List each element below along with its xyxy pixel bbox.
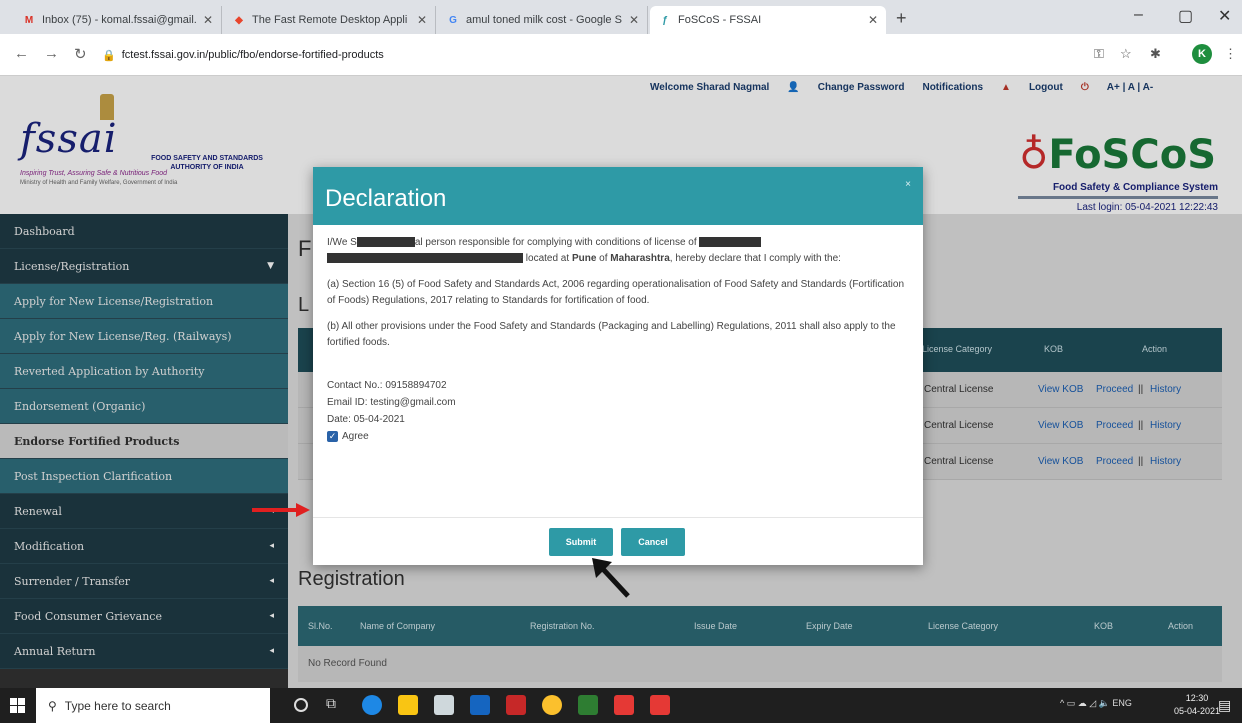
tab-foscos[interactable]: ƒ FoSCoS - FSSAI ✕ [650,6,886,34]
clock-date: 05-04-2021 [1174,706,1221,716]
close-tab-icon[interactable]: ✕ [417,13,427,27]
clock-time: 12:30 [1185,693,1209,703]
close-window-icon[interactable]: ✕ [1218,6,1231,26]
close-tab-icon[interactable]: ✕ [629,13,639,27]
minimize-icon[interactable]: – [1134,6,1143,24]
reload-icon[interactable]: ↻ [74,45,87,63]
intro-text: I/We S [327,237,357,248]
intro-text: located at [525,253,570,264]
tab-title: FoSCoS - FSSAI [678,14,762,26]
red-arrow-annotation [252,503,310,517]
close-icon[interactable]: × [905,179,911,190]
city-name: Pune [571,253,597,264]
back-icon[interactable]: ← [14,45,29,62]
menu-icon[interactable]: ⋮ [1224,46,1237,62]
intro-text: , hereby declare that I comply with the: [669,253,841,264]
powerpoint-icon[interactable] [506,695,526,715]
notification-center-icon[interactable]: ▤ [1218,697,1231,714]
modal-body: I/We S al person responsible for complyin… [313,225,923,455]
profile-avatar[interactable]: K [1192,44,1212,64]
redacted-license [699,237,762,248]
close-tab-icon[interactable]: ✕ [868,13,878,27]
gmail-icon: M [24,14,34,26]
key-icon[interactable]: ⚿ [1094,46,1104,62]
edge-icon[interactable] [362,695,382,715]
task-view-icon[interactable]: ⧉ [326,695,346,715]
clause-b: (b) All other provisions under the Food … [327,321,896,348]
clock[interactable]: 12:30 05-04-2021 [1174,692,1220,718]
redacted-name [356,237,415,248]
agree-label: Agree [342,431,369,442]
cortana-icon[interactable] [294,698,308,712]
declaration-intro: I/We S al person responsible for complyin… [327,235,909,267]
star-icon[interactable]: ☆ [1120,46,1132,62]
chrome-icon[interactable] [542,695,562,715]
declaration-modal: Declaration × I/We S al person responsibl… [313,167,923,565]
tab-google[interactable]: G amul toned milk cost - Google S ✕ [438,6,648,34]
tab-title: Inbox (75) - komal.fssai@gmail.c [42,14,197,26]
fssai-icon: ƒ [662,14,668,26]
excel-icon[interactable] [578,695,598,715]
agree-checkbox[interactable]: ✓ [327,431,338,442]
tab-anydesk[interactable]: ◆ The Fast Remote Desktop Appli ✕ [224,6,436,34]
tab-title: The Fast Remote Desktop Appli [252,14,408,26]
declaration-date: Date: 05-04-2021 [327,414,405,425]
email-id: Email ID: testing@gmail.com [327,397,456,408]
contact-number: Contact No.: 09158894702 [327,380,447,391]
url-text: fctest.fssai.gov.in/public/fbo/endorse-f… [121,49,384,61]
search-icon: ⚲ [48,698,57,713]
store-icon[interactable] [434,695,454,715]
anydesk-icon: ◆ [235,14,243,26]
browser-tab-bar: M Inbox (75) - komal.fssai@gmail.c ✕ ◆ T… [0,0,1242,34]
modal-title: Declaration [325,185,447,212]
intro-text: of [599,253,608,264]
tab-title: amul toned milk cost - Google S [466,14,622,26]
file-explorer-icon[interactable] [398,695,418,715]
cancel-button[interactable]: Cancel [621,528,685,556]
taskbar-search[interactable]: ⚲ Type here to search [36,688,270,723]
anydesk-taskbar-icon[interactable] [614,695,634,715]
forward-icon[interactable]: → [44,45,59,62]
language-indicator[interactable]: ENG [1112,698,1132,708]
address-bar: ← → ↻ 🔒 fctest.fssai.gov.in/public/fbo/e… [0,34,1242,76]
tab-gmail[interactable]: M Inbox (75) - komal.fssai@gmail.c ✕ [14,6,222,34]
new-tab-icon[interactable]: + [896,8,907,29]
contact-info: Contact No.: 09158894702 Email ID: testi… [327,377,909,445]
modal-header: Declaration × [313,167,923,225]
black-arrow-annotation [592,558,630,598]
mail-icon[interactable] [470,695,490,715]
extensions-icon[interactable]: ✱ [1150,46,1161,62]
redacted-company [327,253,523,264]
intro-text: al person responsible for complying with… [414,237,697,248]
lock-icon: 🔒 [102,49,116,62]
state-name: Maharashtra [610,253,670,264]
url-field[interactable]: 🔒 fctest.fssai.gov.in/public/fbo/endorse… [102,42,1062,68]
google-icon: G [449,14,457,26]
windows-taskbar: ⚲ Type here to search ⧉ ^ ▭ ☁ ◿ 🔈 ENG 12… [0,688,1242,723]
search-placeholder: Type here to search [64,698,171,713]
agree-checkbox-row[interactable]: ✓ Agree [327,428,909,445]
submit-button[interactable]: Submit [549,528,613,556]
maximize-icon[interactable]: ▢ [1178,6,1193,26]
anydesk-taskbar-icon-2[interactable] [650,695,670,715]
close-tab-icon[interactable]: ✕ [203,13,213,27]
clause-a: (a) Section 16 (5) of Food Safety and St… [327,279,905,306]
system-tray[interactable]: ^ ▭ ☁ ◿ 🔈 ENG [1060,698,1132,709]
windows-start-icon[interactable] [10,698,25,713]
